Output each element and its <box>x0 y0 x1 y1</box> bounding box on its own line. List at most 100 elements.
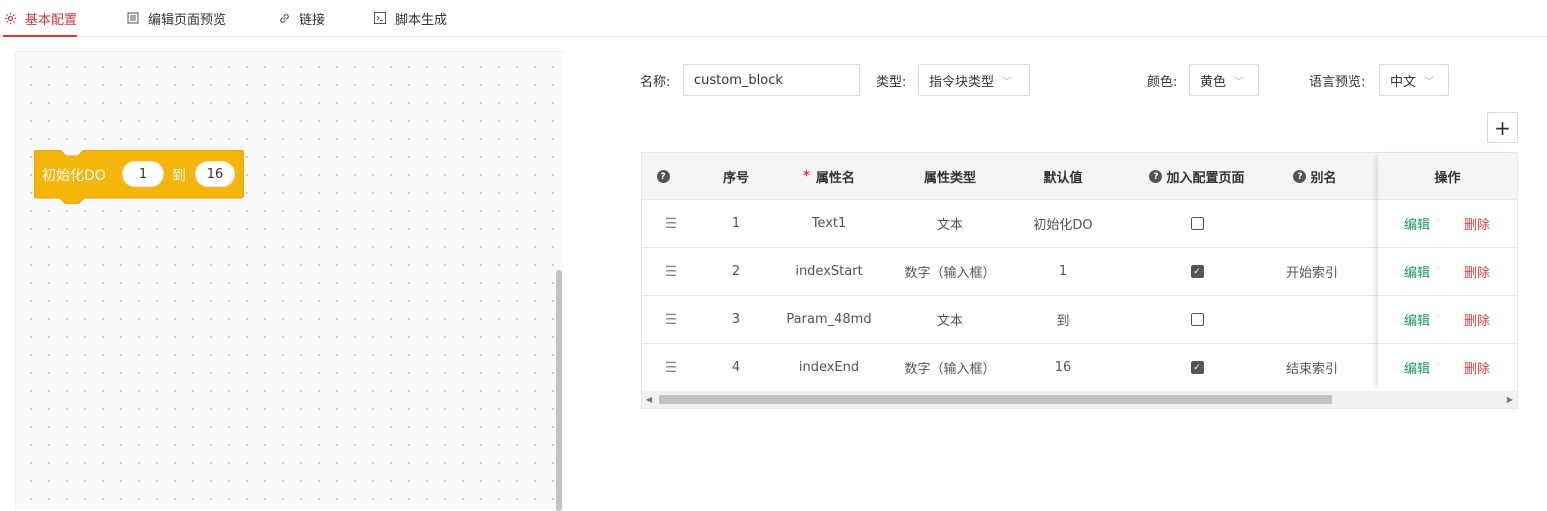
color-label: 颜色: <box>1147 75 1178 90</box>
cell-attr-type: 数字（输入框） <box>904 266 996 281</box>
header-help: ? <box>642 153 684 200</box>
actions-cell: 编辑 删除 <box>1378 248 1517 296</box>
cell-attr-name: indexStart <box>795 264 863 279</box>
header-default: 默认值 <box>1043 171 1083 186</box>
tab-label: 编辑页面预览 <box>148 12 227 28</box>
name-input[interactable]: custom_block <box>683 64 860 96</box>
add-row-button[interactable]: + <box>1487 112 1518 143</box>
block-text: 初始化DO <box>42 168 106 184</box>
scrollbar-thumb[interactable] <box>659 395 1332 404</box>
type-select-value: 指令块类型 <box>929 74 995 90</box>
block-preview[interactable]: 初始化DO 1 到 16 <box>34 150 244 204</box>
add-config-checkbox[interactable] <box>1190 217 1204 230</box>
block-end-value: 16 <box>206 166 224 182</box>
header-attr-type: 属性类型 <box>923 171 976 186</box>
cell-default: 初始化DO <box>1033 218 1093 233</box>
cell-add-config <box>1138 296 1256 343</box>
link-icon <box>277 11 291 25</box>
cell-index: 4 <box>731 360 741 375</box>
cell-attr-type: 文本 <box>936 314 963 329</box>
type-label: 类型: <box>876 75 907 90</box>
name-label: 名称: <box>640 75 671 90</box>
cell-alias: 结束索引 <box>1285 362 1338 377</box>
cell-alias <box>1272 296 1352 343</box>
question-icon[interactable]: ? <box>656 170 670 183</box>
color-select-value: 黄色 <box>1200 74 1227 90</box>
cell-attr-type: 文本 <box>936 218 963 233</box>
cell-add-config <box>1138 200 1256 247</box>
header-alias-label: 别名 <box>1310 171 1337 186</box>
attributes-table: ? 序号 * 属性名 属性类型 默认值 ? 加入配置页面 ? 别名 ☰ 1 Text1… <box>641 152 1518 409</box>
scroll-left-icon[interactable]: ◀ <box>646 395 652 404</box>
scroll-right-icon[interactable]: ▶ <box>1507 395 1513 404</box>
question-icon[interactable]: ? <box>1293 170 1307 183</box>
header-actions: 操作 <box>1378 153 1517 200</box>
block-end-input[interactable]: 16 <box>195 161 235 187</box>
actions-cell: 编辑 删除 <box>1378 344 1517 392</box>
lang-label: 语言预览: <box>1309 75 1366 90</box>
drag-handle-icon[interactable]: ☰ <box>642 248 700 295</box>
edit-button[interactable]: 编辑 <box>1404 214 1430 233</box>
chevron-down-icon: ﹀ <box>1002 76 1013 88</box>
cell-add-config: ✓ <box>1138 248 1256 295</box>
header-add-config: ? 加入配置页面 <box>1138 153 1256 200</box>
tab-link[interactable]: 链接 <box>277 0 325 36</box>
edit-button[interactable]: 编辑 <box>1404 262 1430 281</box>
block-start-value: 1 <box>138 166 148 182</box>
tab-label: 基本配置 <box>25 12 78 28</box>
color-select[interactable]: 黄色 ﹀ <box>1189 64 1259 96</box>
tab-script-gen[interactable]: 脚本生成 <box>373 0 447 36</box>
plus-icon: + <box>1494 115 1511 140</box>
actions-column: 操作 编辑 删除 编辑 删除 编辑 删除 编辑 删除 <box>1378 153 1517 392</box>
cell-index: 2 <box>731 264 741 279</box>
drag-handle-icon[interactable]: ☰ <box>642 296 700 343</box>
required-mark: * <box>803 169 810 184</box>
lang-select[interactable]: 中文 ﹀ <box>1379 64 1449 96</box>
drag-handle-icon[interactable]: ☰ <box>642 200 700 247</box>
cell-default: 16 <box>1054 360 1072 375</box>
type-select[interactable]: 指令块类型 ﹀ <box>918 64 1030 96</box>
cell-attr-type: 数字（输入框） <box>904 362 996 377</box>
cell-attr-name: Text1 <box>811 216 847 231</box>
delete-button[interactable]: 删除 <box>1464 358 1490 377</box>
header-attr-name: * 属性名 <box>774 153 884 200</box>
delete-button[interactable]: 删除 <box>1464 262 1490 281</box>
lang-select-value: 中文 <box>1390 74 1417 90</box>
cell-default: 到 <box>1056 314 1070 329</box>
drag-handle-icon[interactable]: ☰ <box>642 344 700 391</box>
header-alias: ? 别名 <box>1280 153 1350 200</box>
actions-cell: 编辑 删除 <box>1378 296 1517 344</box>
block-workspace[interactable]: 初始化DO 1 到 16 <box>15 51 563 511</box>
tab-basic-config[interactable]: 基本配置 <box>3 0 78 37</box>
terminal-icon <box>373 11 387 25</box>
name-input-value: custom_block <box>694 72 783 88</box>
delete-button[interactable]: 删除 <box>1464 214 1490 233</box>
edit-button[interactable]: 编辑 <box>1404 358 1430 377</box>
cell-alias: 开始索引 <box>1285 266 1338 281</box>
chevron-down-icon: ﹀ <box>1234 76 1245 88</box>
cell-alias <box>1272 200 1352 247</box>
horizontal-scrollbar[interactable]: ◀ ▶ <box>642 391 1517 408</box>
block-to-text: 到 <box>172 168 186 184</box>
add-config-checkbox[interactable]: ✓ <box>1190 361 1204 374</box>
cell-attr-name: indexEnd <box>798 360 860 375</box>
delete-button[interactable]: 删除 <box>1464 310 1490 329</box>
cell-index: 1 <box>731 216 741 231</box>
add-config-checkbox[interactable]: ✓ <box>1190 265 1204 278</box>
question-icon[interactable]: ? <box>1149 170 1163 183</box>
header-attr-name-label: 属性名 <box>815 171 855 186</box>
cell-add-config: ✓ <box>1138 344 1256 391</box>
cell-default: 1 <box>1058 264 1068 279</box>
block-start-input[interactable]: 1 <box>122 161 164 187</box>
add-config-checkbox[interactable] <box>1190 313 1204 326</box>
edit-button[interactable]: 编辑 <box>1404 310 1430 329</box>
tab-edit-preview[interactable]: 编辑页面预览 <box>126 0 226 36</box>
actions-cell: 编辑 删除 <box>1378 200 1517 248</box>
gear-icon <box>3 11 17 25</box>
document-icon <box>126 11 140 25</box>
chevron-down-icon: ﹀ <box>1424 76 1435 88</box>
cell-index: 3 <box>731 312 741 327</box>
header-index: 序号 <box>722 171 749 186</box>
canvas-scrollbar[interactable] <box>556 270 562 511</box>
tab-label: 链接 <box>299 12 326 28</box>
